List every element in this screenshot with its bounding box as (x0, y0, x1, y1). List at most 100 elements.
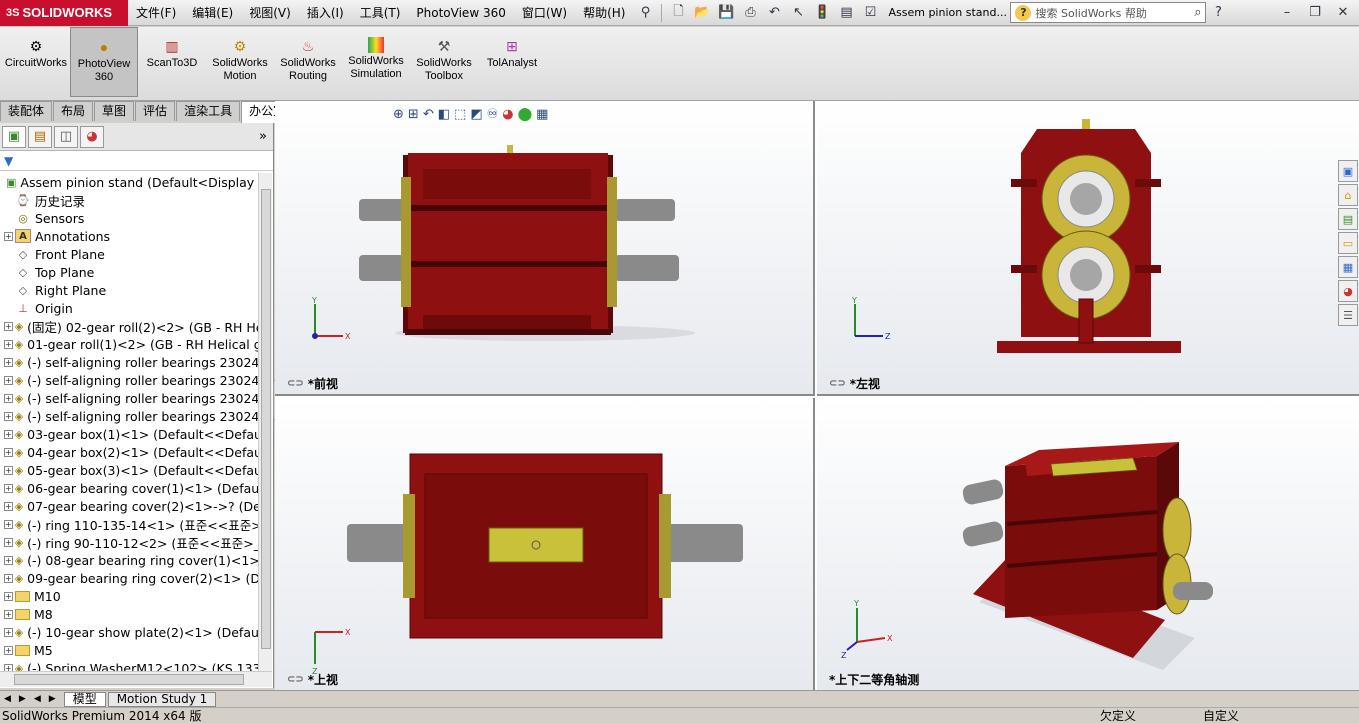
restore-icon[interactable]: ❐ (1305, 3, 1325, 23)
expand-icon[interactable]: + (4, 339, 13, 349)
expand-icon[interactable]: + (4, 357, 13, 367)
filter-icon[interactable]: ▼ (4, 154, 13, 168)
tree-item[interactable]: + ◈ (-) self-aligning roller bearings 2302… (0, 389, 258, 407)
view-settings-icon[interactable]: ▦ (536, 107, 548, 122)
view-orientation-icon[interactable]: ⬚ (454, 107, 466, 122)
tab-model[interactable]: 模型 (63, 691, 106, 707)
circuitworks-button[interactable]: ⚙ CircuitWorks (2, 27, 70, 97)
link-views-icon[interactable]: ⊂⊃ (287, 378, 304, 389)
expand-icon[interactable]: + (4, 411, 13, 421)
solidworks-resources-icon[interactable]: ▣ (1338, 160, 1358, 182)
zoom-to-fit-icon[interactable]: ⊕ (393, 107, 404, 122)
viewport-top[interactable]: X Z ⊂⊃ *上视 (275, 398, 815, 690)
motion-button[interactable]: ⚙ SolidWorks Motion (206, 27, 274, 97)
select-pointer-icon[interactable]: ↖ (788, 3, 808, 23)
expand-icon[interactable]: + (4, 375, 13, 385)
hide-show-items-icon[interactable]: ♾ (487, 107, 499, 122)
menu-help[interactable]: 帮助(H) (575, 0, 633, 26)
toolbox-button[interactable]: ⚒ SolidWorks Toolbox (410, 27, 478, 97)
routing-button[interactable]: ♨ SolidWorks Routing (274, 27, 342, 97)
undo-icon[interactable]: ↶ (764, 3, 784, 23)
viewport-front[interactable]: Y X ⊂⊃ *前视 (275, 101, 815, 396)
menu-window[interactable]: 窗口(W) (514, 0, 575, 26)
tree-item[interactable]: ◎ Sensors (0, 209, 258, 227)
photoview-button[interactable]: ● PhotoView 360 (70, 27, 138, 97)
tab-layout[interactable]: 布局 (53, 101, 94, 121)
menu-file[interactable]: 文件(F) (128, 0, 184, 26)
home-icon[interactable]: ⌂ (1338, 184, 1358, 206)
tree-item[interactable]: + M8 (0, 605, 258, 623)
print-icon[interactable]: ⎙ (740, 3, 760, 23)
expand-icon[interactable]: + (4, 663, 13, 671)
tree-item[interactable]: + ◈ (-) 10-gear show plate(2)<1> (Default (0, 623, 258, 641)
status-units[interactable]: 自定义 (1203, 707, 1239, 723)
file-explorer-icon[interactable]: ▭ (1338, 232, 1358, 254)
view-palette-icon[interactable]: ▦ (1338, 256, 1358, 278)
tree-item[interactable]: + ◈ 05-gear box(3)<1> (Default<<Default (0, 461, 258, 479)
tab-render-tools[interactable]: 渲染工具 (176, 101, 241, 121)
edit-appearance-icon[interactable]: ◕ (502, 107, 513, 122)
tree-item[interactable]: + ◈ 04-gear box(2)<1> (Default<<Default (0, 443, 258, 461)
tree-item[interactable]: + M5 (0, 641, 258, 659)
tree-item[interactable]: + A Annotations (0, 227, 258, 245)
menu-tools[interactable]: 工具(T) (352, 0, 409, 26)
tree-item[interactable]: ⊥ Origin (0, 299, 258, 317)
tab-scroll-first-icon[interactable]: ◀ (34, 694, 41, 704)
tab-scroll-right-icon[interactable]: ▶ (19, 694, 26, 704)
tree-item[interactable]: + ◈ (-) ring 110-135-14<1> (표준<<표준>_ (0, 515, 258, 533)
expand-icon[interactable]: + (4, 231, 13, 241)
expand-icon[interactable]: + (4, 591, 13, 601)
tree-item[interactable]: ⌚ 历史记录 (0, 191, 258, 209)
expand-panel-icon[interactable]: » (259, 129, 267, 144)
tree-item[interactable]: ◇ Right Plane (0, 281, 258, 299)
tree-item[interactable]: + ◈ 01-gear roll(1)<2> (GB - RH Helical g (0, 335, 258, 353)
tree-item[interactable]: + ◈ (固定) 02-gear roll(2)<2> (GB - RH He (0, 317, 258, 335)
tree-item[interactable]: + ◈ (-) Spring WasherM12<102> (KS 133 (0, 659, 258, 671)
tab-assembly[interactable]: 装配体 (0, 101, 53, 121)
search-icon[interactable]: ⌕ (1194, 5, 1201, 20)
tree-item[interactable]: ◇ Top Plane (0, 263, 258, 281)
apply-scene-icon[interactable]: ⬤ (518, 107, 533, 122)
menu-photoview[interactable]: PhotoView 360 (408, 0, 513, 26)
tab-evaluate[interactable]: 评估 (135, 101, 176, 121)
tolanalyst-button[interactable]: ⊞ TolAnalyst (478, 27, 546, 97)
graphics-area[interactable]: ⊕ ⊞ ↶ ◧ ⬚ ◩ ♾ ◕ ⬤ ▦ ▭ ▭ – ❐ ✕ (275, 101, 1359, 690)
appearances-icon[interactable]: ◕ (1338, 280, 1358, 302)
expand-icon[interactable]: + (4, 501, 13, 511)
tree-item[interactable]: + ◈ 07-gear bearing cover(2)<1>->? (Def (0, 497, 258, 515)
expand-icon[interactable]: + (4, 537, 13, 547)
options-icon[interactable]: ☑ (860, 3, 880, 23)
solidworks-logo[interactable]: 3S SOLIDWORKS (0, 0, 128, 26)
tab-scroll-last-icon[interactable]: ▶ (49, 694, 56, 704)
viewport-left[interactable]: Y Z ⊂⊃ *左视 (817, 101, 1359, 396)
expand-icon[interactable]: + (4, 555, 13, 565)
menu-view[interactable]: 视图(V) (241, 0, 299, 26)
open-folder-icon[interactable]: 📂 (692, 3, 712, 23)
expand-icon[interactable]: + (4, 447, 13, 457)
display-style-icon[interactable]: ◩ (470, 107, 482, 122)
file-properties-icon[interactable]: ▤ (836, 3, 856, 23)
tab-motion-study[interactable]: Motion Study 1 (107, 691, 217, 707)
save-icon[interactable]: 💾 (716, 3, 736, 23)
pin-icon[interactable]: ⚲ (635, 3, 655, 23)
viewport-isometric[interactable]: Y X Z *上下二等角轴测 (817, 398, 1359, 690)
expand-icon[interactable]: + (4, 645, 13, 655)
tree-item[interactable]: + ◈ (-) self-aligning roller bearings 2302… (0, 353, 258, 371)
help-icon[interactable]: ? (1208, 3, 1228, 23)
help-search-input[interactable]: ? 搜索 SolidWorks 帮助 ⌕ (1010, 2, 1207, 23)
expand-icon[interactable]: + (4, 483, 13, 493)
expand-icon[interactable]: + (4, 609, 13, 619)
property-manager-tab-icon[interactable]: ▤ (28, 125, 52, 148)
custom-properties-icon[interactable]: ☰ (1338, 304, 1358, 326)
expand-icon[interactable]: + (4, 393, 13, 403)
tree-item[interactable]: + ◈ (-) self-aligning roller bearings 2302… (0, 371, 258, 389)
tree-item[interactable]: + ◈ (-) ring 90-110-12<2> (표준<<표준>_D (0, 533, 258, 551)
display-manager-tab-icon[interactable]: ◕ (80, 125, 104, 148)
expand-icon[interactable]: + (4, 321, 13, 331)
tree-vertical-scrollbar[interactable] (258, 173, 272, 671)
minimize-icon[interactable]: – (1277, 3, 1297, 23)
design-library-icon[interactable]: ▤ (1338, 208, 1358, 230)
link-views-icon[interactable]: ⊂⊃ (829, 378, 846, 389)
tree-item[interactable]: + M10 (0, 587, 258, 605)
menu-edit[interactable]: 编辑(E) (184, 0, 241, 26)
